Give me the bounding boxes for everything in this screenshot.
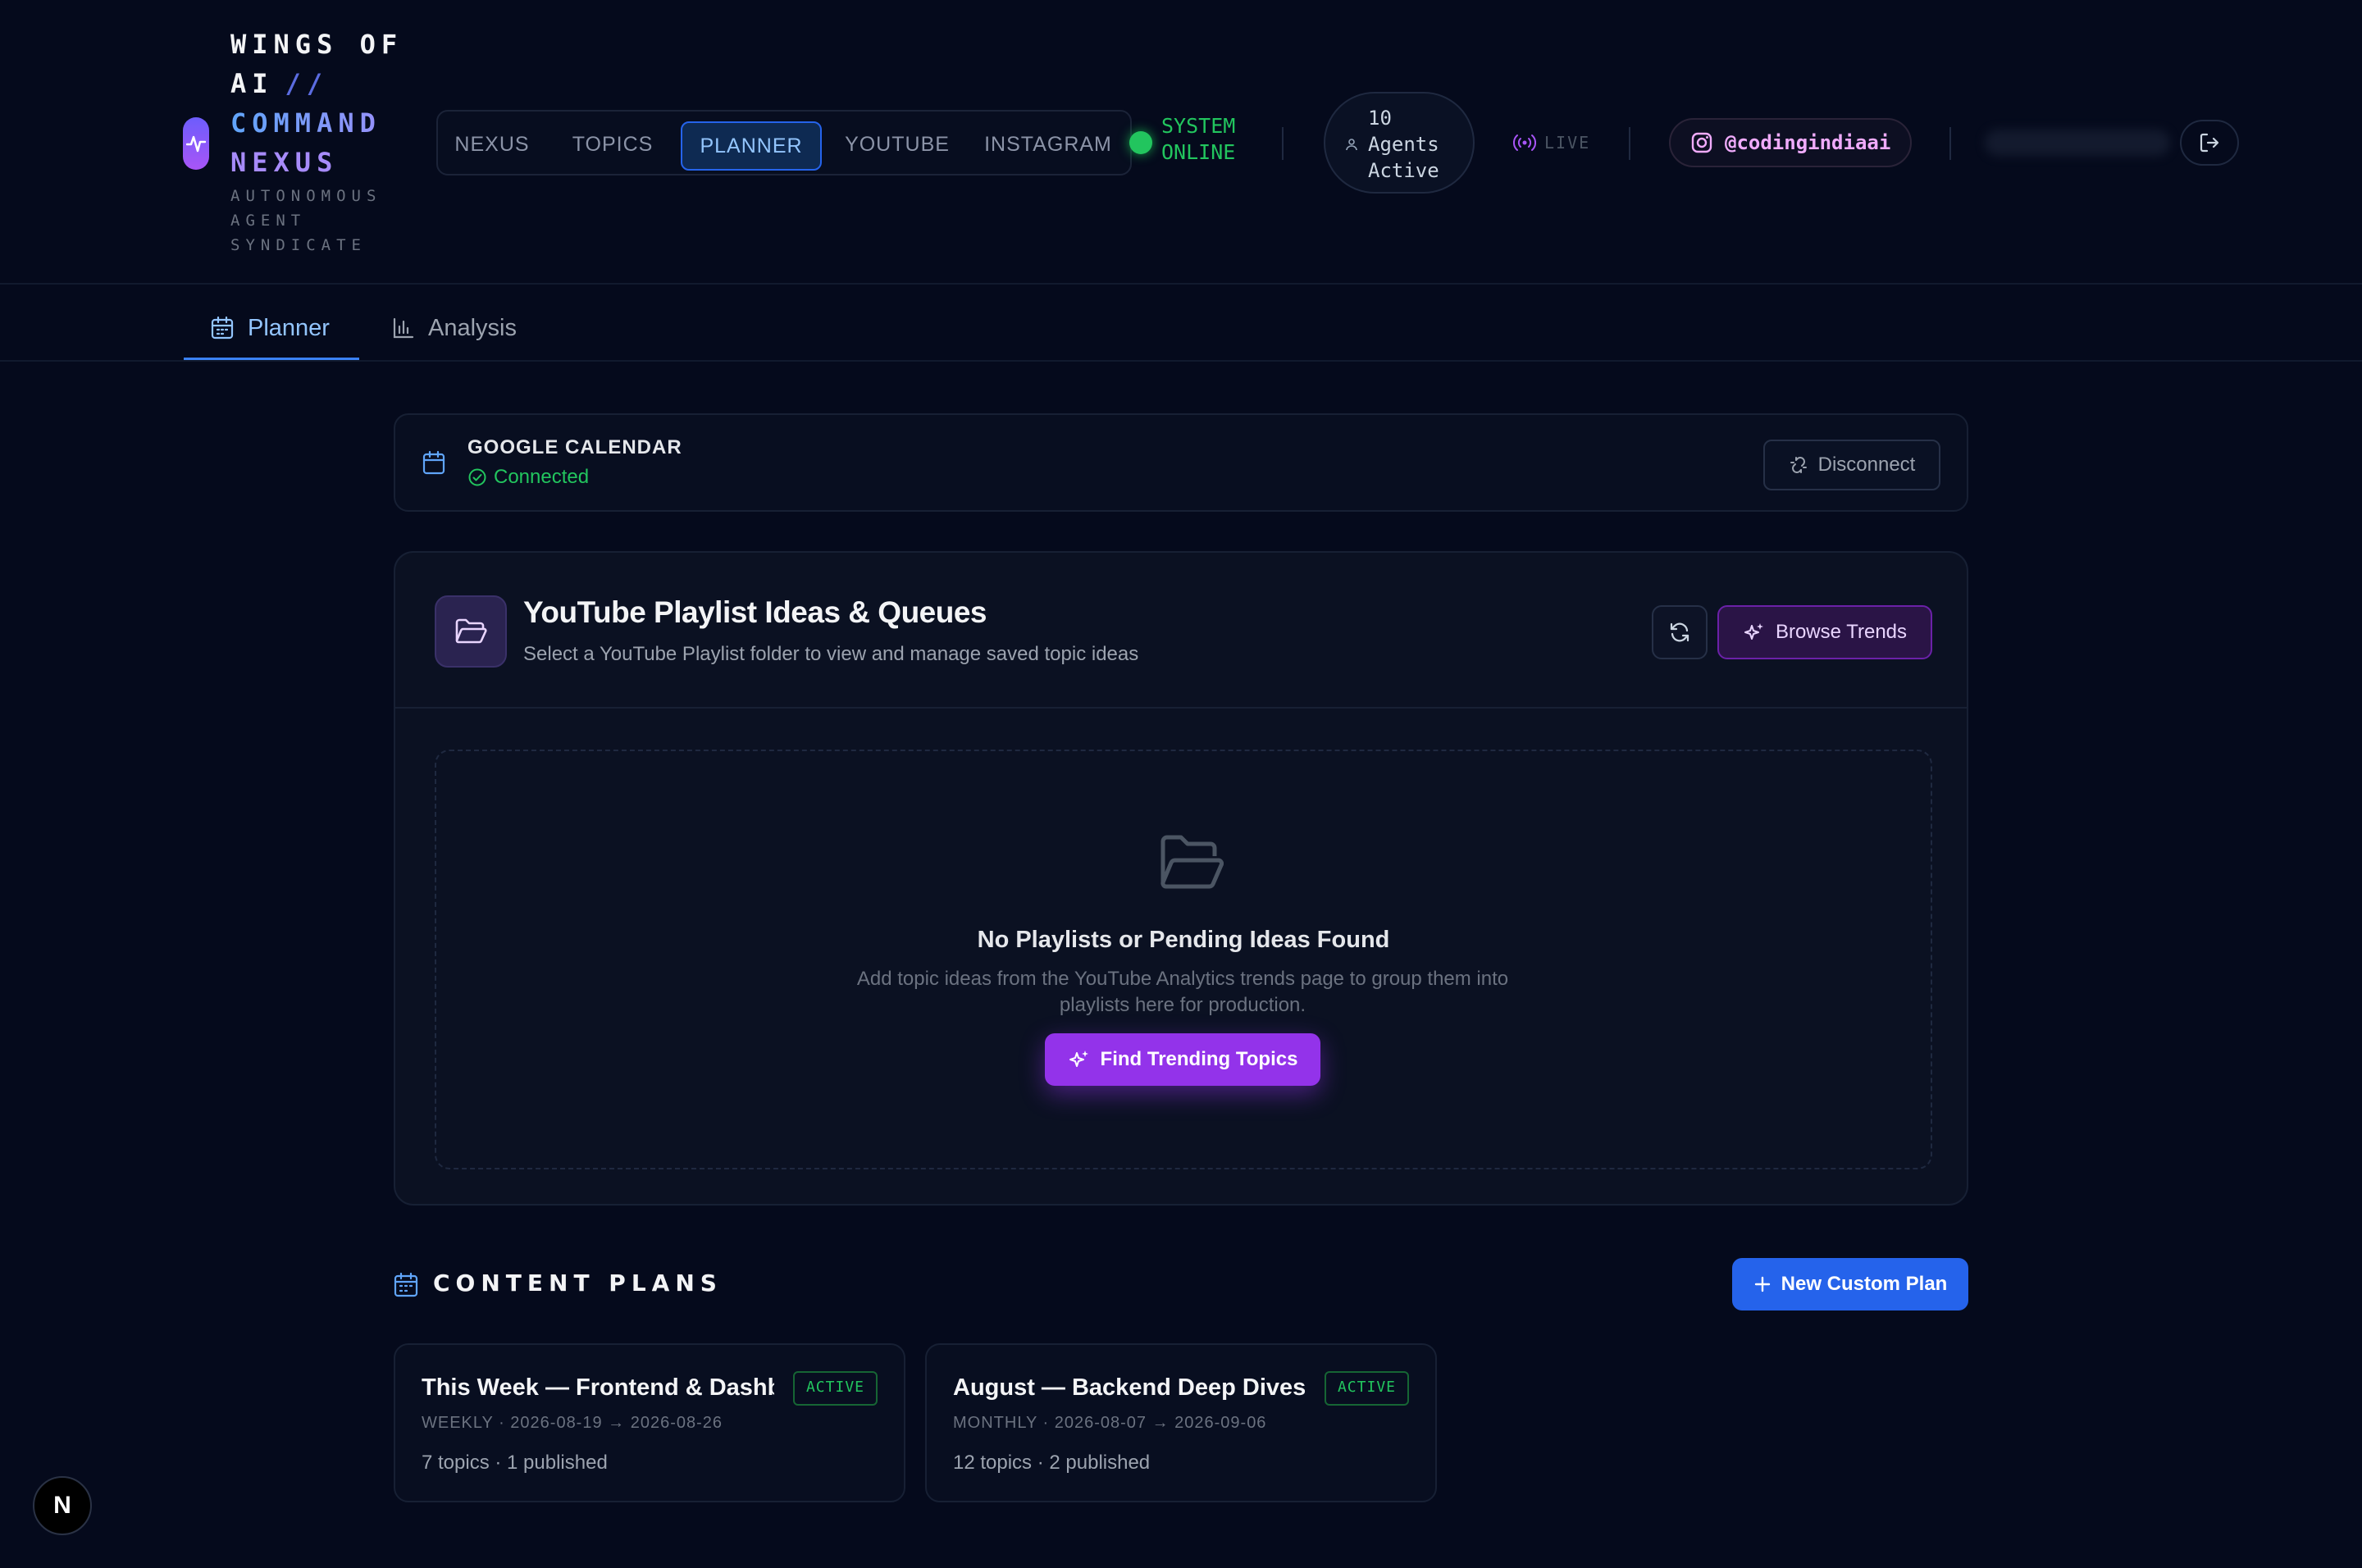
- brand-title: WINGS OF AI // COMMAND NEXUS: [230, 25, 427, 182]
- logout-button[interactable]: [2180, 120, 2239, 166]
- folder-open-icon: [455, 618, 487, 644]
- bar-chart-icon: [393, 317, 414, 339]
- instagram-icon: [1691, 132, 1712, 153]
- status-line-1: SYSTEM: [1161, 114, 1236, 138]
- empty-state: No Playlists or Pending Ideas Found Add …: [435, 750, 1932, 1169]
- live-label: LIVE: [1544, 133, 1591, 153]
- calendar-icon: [211, 316, 234, 340]
- calendar-icon: [422, 450, 445, 475]
- tab-analysis[interactable]: Analysis: [392, 295, 517, 361]
- status-indicator-dot: [1129, 131, 1152, 154]
- main-nav: NEXUS TOPICS PLANNER YOUTUBE INSTAGRAM: [436, 110, 1132, 175]
- find-trending-topics-button[interactable]: Find Trending Topics: [1045, 1033, 1320, 1086]
- google-calendar-card: GOOGLE CALENDAR Connected Disconnect: [394, 413, 1968, 512]
- calendar-status: Connected: [467, 466, 589, 489]
- app-logo: [183, 117, 209, 170]
- brand-tagline: AUTONOMOUS AGENT SYNDICATE: [230, 184, 419, 258]
- new-plan-label: New Custom Plan: [1781, 1273, 1948, 1295]
- nav-planner[interactable]: PLANNER: [681, 121, 822, 171]
- instagram-account-button[interactable]: @codingindiaai: [1669, 118, 1912, 167]
- brand-line-3: COMMAND: [230, 103, 427, 143]
- plus-icon: [1754, 1276, 1770, 1292]
- playlists-subtitle: Select a YouTube Playlist folder to view…: [523, 643, 1139, 665]
- plan-date-range: MONTHLY · 2026-08-07 → 2026-09-06: [953, 1414, 1267, 1432]
- card-divider: [395, 707, 1967, 709]
- brand-line-1: WINGS OF: [230, 29, 404, 60]
- agents-count-text: 10 Agents Active: [1368, 105, 1439, 184]
- sparkles-icon: [1069, 1051, 1088, 1067]
- browse-trends-label: Browse Trends: [1775, 621, 1908, 643]
- pulse-icon: [186, 135, 206, 153]
- status-line-2: ONLINE: [1161, 140, 1236, 164]
- disconnect-button[interactable]: Disconnect: [1763, 440, 1940, 490]
- agents-label-2: Active: [1368, 159, 1439, 182]
- user-email-blurred: [1985, 130, 2170, 156]
- tagline-line-2: AGENT: [230, 212, 307, 230]
- broadcast-icon: [1513, 134, 1536, 151]
- disconnect-label: Disconnect: [1817, 454, 1916, 476]
- system-status: SYSTEM ONLINE: [1161, 113, 1235, 166]
- status-badge: ACTIVE: [1324, 1371, 1409, 1406]
- status-badge: ACTIVE: [792, 1371, 878, 1406]
- brand-line-2: AI: [230, 68, 274, 99]
- dev-tools-badge[interactable]: N: [33, 1476, 92, 1535]
- tab-planner[interactable]: Planner: [184, 295, 359, 361]
- sparkles-icon: [1744, 623, 1763, 640]
- instagram-handle: @codingindiaai: [1725, 131, 1891, 154]
- refresh-button[interactable]: [1652, 605, 1708, 659]
- nav-youtube[interactable]: YOUTUBE: [840, 121, 955, 167]
- header-divider: [1629, 127, 1630, 160]
- playlist-ideas-card: YouTube Playlist Ideas & Queues Select a…: [394, 551, 1968, 1206]
- plan-stats: 7 topics · 1 published: [422, 1452, 608, 1474]
- live-indicator: LIVE: [1513, 131, 1590, 154]
- new-custom-plan-button[interactable]: New Custom Plan: [1732, 1258, 1968, 1310]
- tab-analysis-label: Analysis: [428, 314, 517, 341]
- tagline-line-3: SYNDICATE: [230, 236, 367, 254]
- header-divider: [1282, 127, 1284, 160]
- plan-name: August — Backend Deep Dives: [953, 1374, 1306, 1401]
- content-plans-title: CONTENT PLANS: [433, 1269, 723, 1297]
- nav-topics[interactable]: TOPICS: [568, 121, 658, 167]
- brand-line-4: NEXUS: [230, 147, 339, 178]
- nav-nexus[interactable]: NEXUS: [451, 121, 533, 167]
- plan-card[interactable]: This Week — Frontend & Dashb... ACTIVE W…: [394, 1343, 905, 1502]
- brand-slashes: //: [285, 68, 329, 99]
- find-trending-label: Find Trending Topics: [1100, 1048, 1298, 1070]
- agents-count: 10: [1368, 107, 1392, 130]
- tabs-border: [0, 360, 2362, 362]
- nav-instagram[interactable]: INSTAGRAM: [983, 121, 1114, 167]
- calendar-title: GOOGLE CALENDAR: [467, 436, 682, 458]
- tagline-line-1: AUTONOMOUS: [230, 187, 382, 205]
- logout-icon: [2200, 133, 2219, 153]
- refresh-icon: [1670, 622, 1689, 642]
- check-circle-icon: [468, 468, 486, 486]
- agents-active-pill: 10 Agents Active: [1324, 92, 1475, 194]
- users-icon: [1346, 139, 1357, 151]
- calendar-status-text: Connected: [494, 466, 590, 488]
- plan-card[interactable]: August — Backend Deep Dives ACTIVE MONTH…: [925, 1343, 1437, 1502]
- browse-trends-button[interactable]: Browse Trends: [1717, 605, 1932, 659]
- folder-open-icon: [1160, 835, 1224, 889]
- agents-label-1: Agents: [1368, 133, 1439, 156]
- plan-stats: 12 topics · 2 published: [953, 1452, 1151, 1474]
- header-divider: [1949, 127, 1951, 160]
- empty-state-title: No Playlists or Pending Ideas Found: [977, 927, 1390, 953]
- unlink-icon: [1790, 457, 1807, 473]
- playlist-folder-badge: [435, 595, 507, 668]
- calendar-icon: [394, 1272, 418, 1297]
- tab-planner-label: Planner: [248, 314, 330, 341]
- empty-state-description: Add topic ideas from the YouTube Analyti…: [856, 968, 1509, 1016]
- header-border: [0, 283, 2362, 285]
- playlists-title: YouTube Playlist Ideas & Queues: [523, 595, 987, 629]
- plan-date-range: WEEKLY · 2026-08-19 → 2026-08-26: [422, 1414, 723, 1432]
- plan-name: This Week — Frontend & Dashb...: [422, 1374, 774, 1401]
